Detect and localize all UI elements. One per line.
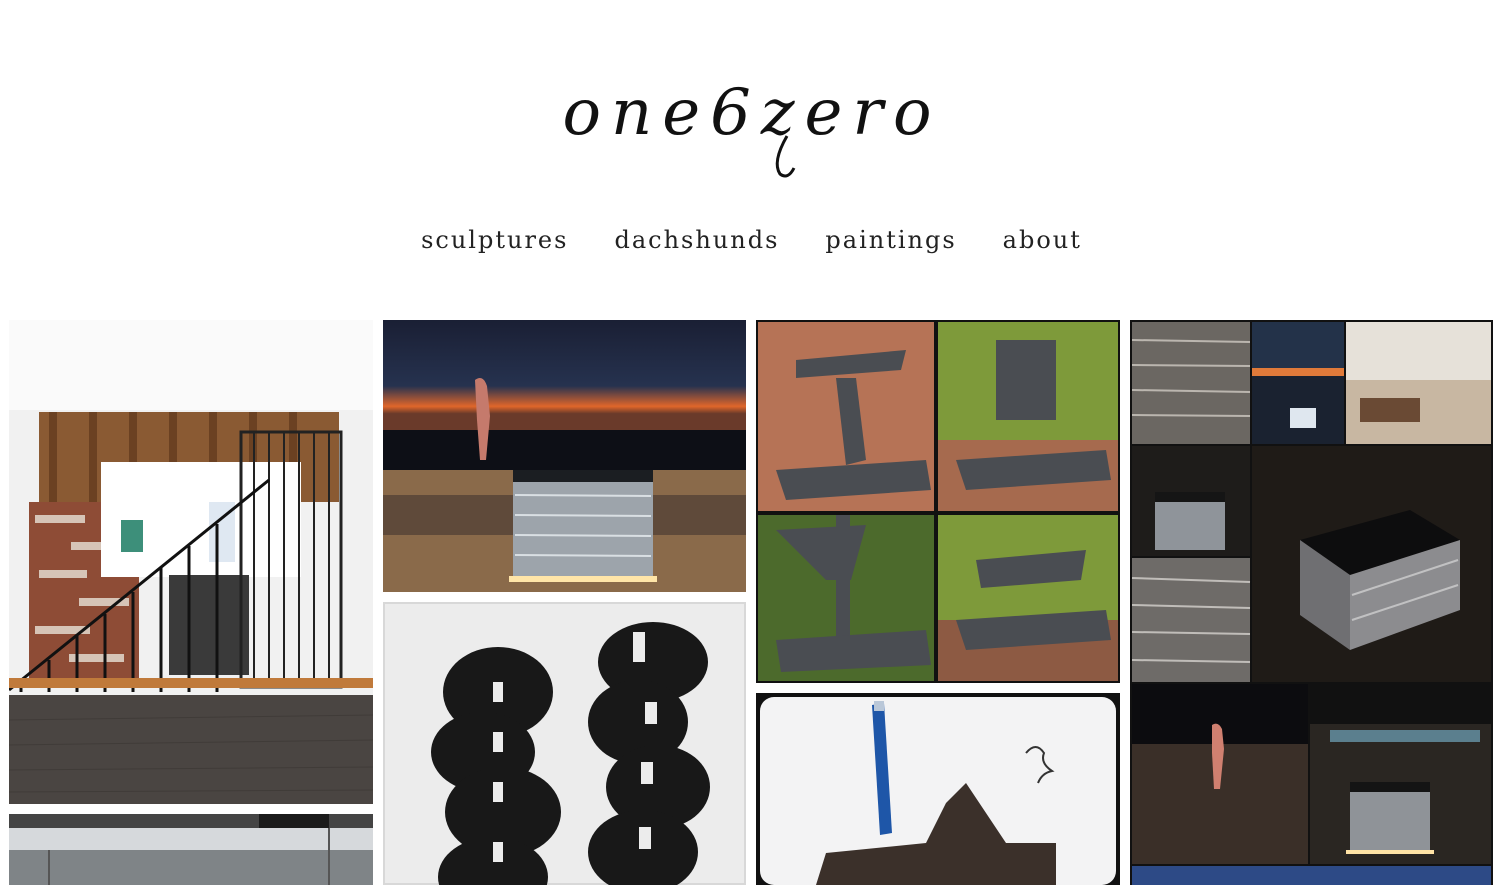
- gallery-tile-box-collage[interactable]: [1130, 320, 1493, 885]
- site-logo[interactable]: one6zero: [0, 72, 1503, 182]
- gallery-tile-cutouts[interactable]: [383, 602, 746, 885]
- gallery-tile-installation[interactable]: [9, 320, 373, 804]
- logo-text: one6zero: [562, 76, 941, 150]
- nav-item-paintings[interactable]: paintings: [825, 226, 956, 254]
- nav-item-sculptures[interactable]: sculptures: [421, 226, 568, 254]
- logo-mark: one6zero: [562, 76, 941, 178]
- street-image: [9, 814, 373, 885]
- sunset-image: [383, 320, 746, 592]
- installation-image: [9, 320, 373, 804]
- gallery-tile-sunset[interactable]: [383, 320, 746, 592]
- nav-item-dachshunds[interactable]: dachshunds: [614, 226, 779, 254]
- gallery-tile-steel-collage[interactable]: [756, 320, 1120, 683]
- nav-item-about[interactable]: about: [1003, 226, 1082, 254]
- gallery-tile-pen-sculpture[interactable]: [756, 693, 1120, 885]
- gallery-tile-street[interactable]: [9, 814, 373, 885]
- box-collage-image: [1130, 320, 1493, 885]
- steel-collage-image: [756, 320, 1120, 683]
- cutouts-image: [383, 602, 746, 885]
- pen-sculpture-image: [756, 693, 1120, 885]
- main-nav: sculptures dachshunds paintings about: [0, 226, 1503, 254]
